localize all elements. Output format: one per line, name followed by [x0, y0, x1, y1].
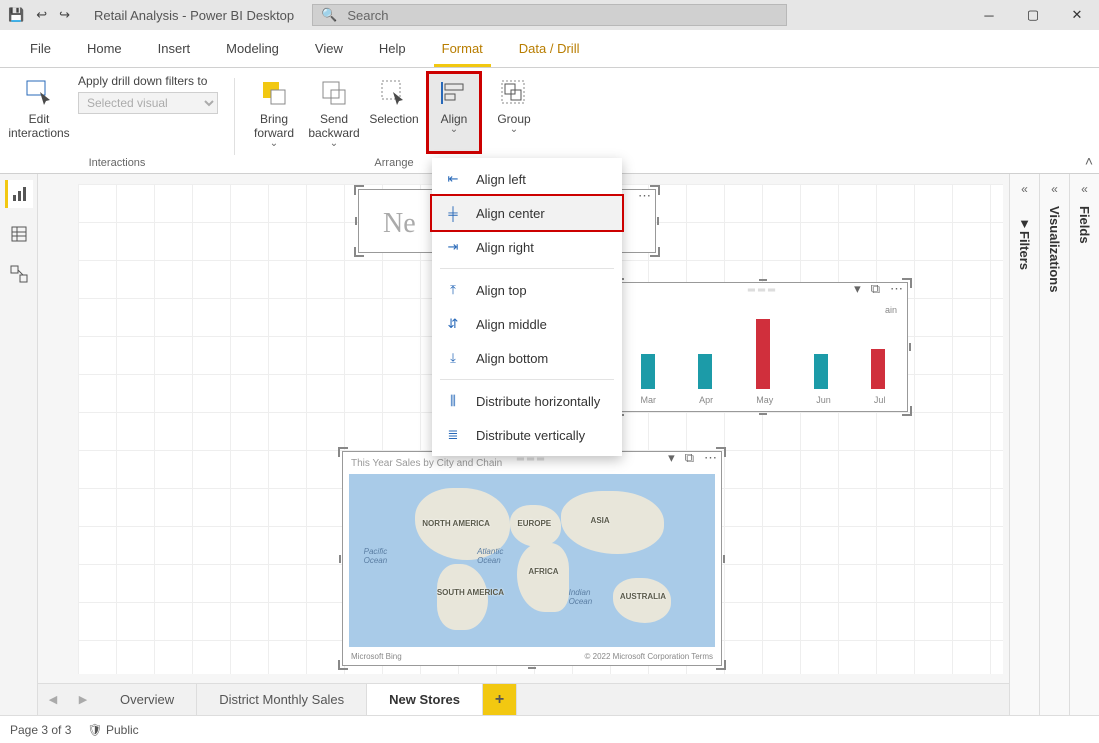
more-icon[interactable]: ⋯: [890, 281, 903, 297]
filter-icon[interactable]: ▾: [854, 281, 861, 297]
align-middle-icon: ⇵: [444, 316, 462, 332]
align-button[interactable]: Align: [427, 72, 481, 153]
menu-view[interactable]: View: [297, 30, 361, 67]
more-icon[interactable]: ⋯: [704, 450, 717, 466]
group-button[interactable]: Group: [487, 72, 541, 135]
maximize-button[interactable]: ▢: [1011, 0, 1055, 30]
drag-handle-icon[interactable]: ═══: [748, 285, 778, 296]
page-tab-overview[interactable]: Overview: [98, 684, 197, 715]
focus-icon[interactable]: ⧉: [685, 450, 694, 466]
menu-data-drill[interactable]: Data / Drill: [501, 30, 598, 67]
distribute-horizontal-item[interactable]: ⫼Distribute horizontally: [432, 384, 622, 418]
tab-next-icon[interactable]: ▶: [68, 684, 98, 715]
data-view-icon[interactable]: [5, 220, 33, 248]
align-dropdown: ⇤Align left ╪Align center ⇥Align right ⤒…: [432, 158, 622, 456]
add-page-button[interactable]: +: [483, 684, 517, 715]
align-middle-item[interactable]: ⇵Align middle: [432, 307, 622, 341]
chevron-left-icon: «: [1021, 182, 1028, 196]
close-button[interactable]: ✕: [1055, 0, 1099, 30]
apply-drill-label: Apply drill down filters to: [78, 74, 207, 88]
focus-icon[interactable]: ⧉: [871, 281, 880, 297]
apply-drill-block: Apply drill down filters to Selected vis…: [72, 72, 222, 114]
sensitivity-label: 🛡 Public: [87, 723, 138, 737]
chart-title-partial: ain: [885, 305, 897, 315]
align-left-icon: ⇤: [444, 171, 462, 187]
view-switcher: [0, 174, 38, 715]
search-icon: 🔍: [321, 7, 337, 23]
map-visual[interactable]: ═══ ▾ ⧉ ⋯ This Year Sales by City and Ch…: [342, 451, 722, 666]
status-bar: Page 3 of 3 🛡 Public: [0, 715, 1099, 743]
menu-home[interactable]: Home: [69, 30, 140, 67]
redo-icon[interactable]: ↪: [59, 7, 70, 23]
filters-pane[interactable]: « ▼ Filters: [1009, 174, 1039, 715]
align-center-item[interactable]: ╪Align center: [432, 196, 622, 230]
chevron-left-icon: «: [1051, 182, 1058, 196]
fields-pane[interactable]: « Fields: [1069, 174, 1099, 715]
menu-file[interactable]: File: [12, 30, 69, 67]
search-box[interactable]: 🔍 Search: [312, 4, 787, 26]
page-tab-newstores[interactable]: New Stores: [367, 684, 483, 715]
map-attribution-left: Microsoft Bing: [351, 652, 402, 661]
tab-prev-icon[interactable]: ◀: [38, 684, 68, 715]
distribute-v-icon: ≣: [444, 427, 462, 443]
filter-icon[interactable]: ▾: [668, 450, 675, 466]
window-buttons: ─ ▢ ✕: [967, 0, 1099, 30]
search-placeholder: Search: [347, 8, 388, 23]
ribbon-collapse-icon[interactable]: ˄: [1085, 153, 1093, 169]
align-right-item[interactable]: ⇥Align right: [432, 230, 622, 264]
page-indicator: Page 3 of 3: [10, 723, 71, 737]
menu-format[interactable]: Format: [424, 30, 501, 67]
right-panes: « ▼ Filters « Visualizations « Fields: [1009, 174, 1099, 715]
save-icon[interactable]: 💾: [8, 7, 24, 23]
group-label-interactions: Interactions: [12, 155, 222, 173]
map-attribution-right: © 2022 Microsoft Corporation Terms: [585, 652, 713, 661]
selection-button[interactable]: Selection: [367, 72, 421, 126]
distribute-vertical-item[interactable]: ≣Distribute vertically: [432, 418, 622, 452]
bar-chart-visual[interactable]: ═══ ▾ ⧉ ⋯ ain Mar Apr May Jun Jul: [618, 282, 908, 412]
distribute-h-icon: ⫼: [444, 393, 462, 409]
menu-tabs: File Home Insert Modeling View Help Form…: [0, 30, 1099, 68]
align-top-icon: ⤒: [444, 282, 462, 298]
chart-x-labels: Mar Apr May Jun Jul: [619, 395, 907, 405]
align-top-item[interactable]: ⤒Align top: [432, 273, 622, 307]
menu-help[interactable]: Help: [361, 30, 424, 67]
ribbon-group-interactions: Edit interactions Apply drill down filte…: [6, 72, 228, 173]
chart-bars: [619, 315, 907, 389]
page-tab-district[interactable]: District Monthly Sales: [197, 684, 367, 715]
edit-interactions-button[interactable]: Edit interactions: [12, 72, 66, 140]
align-left-item[interactable]: ⇤Align left: [432, 162, 622, 196]
undo-icon[interactable]: ↩: [36, 7, 47, 23]
quick-access-toolbar: 💾 ↩ ↪: [8, 7, 70, 23]
funnel-icon: ▼: [1018, 216, 1031, 231]
window-title: Retail Analysis - Power BI Desktop: [94, 8, 294, 23]
map-image: NORTH AMERICA EUROPE ASIA AFRICA SOUTH A…: [349, 474, 715, 647]
send-backward-button[interactable]: Send backward: [307, 72, 361, 149]
apply-drill-select[interactable]: Selected visual: [78, 92, 218, 114]
align-bottom-item[interactable]: ⤓Align bottom: [432, 341, 622, 375]
report-view-icon[interactable]: [5, 180, 33, 208]
page-tabs: ◀ ▶ Overview District Monthly Sales New …: [38, 683, 1009, 715]
menu-insert[interactable]: Insert: [140, 30, 209, 67]
minimize-button[interactable]: ─: [967, 0, 1011, 30]
model-view-icon[interactable]: [5, 260, 33, 288]
align-bottom-icon: ⤓: [444, 350, 462, 366]
menu-modeling[interactable]: Modeling: [208, 30, 297, 67]
visualizations-pane[interactable]: « Visualizations: [1039, 174, 1069, 715]
title-bar: 💾 ↩ ↪ Retail Analysis - Power BI Desktop…: [0, 0, 1099, 30]
bring-forward-button[interactable]: Bring forward: [247, 72, 301, 149]
align-center-icon: ╪: [444, 206, 462, 221]
more-icon[interactable]: ⋯: [638, 188, 651, 204]
align-right-icon: ⇥: [444, 239, 462, 255]
chevron-left-icon: «: [1081, 182, 1088, 196]
